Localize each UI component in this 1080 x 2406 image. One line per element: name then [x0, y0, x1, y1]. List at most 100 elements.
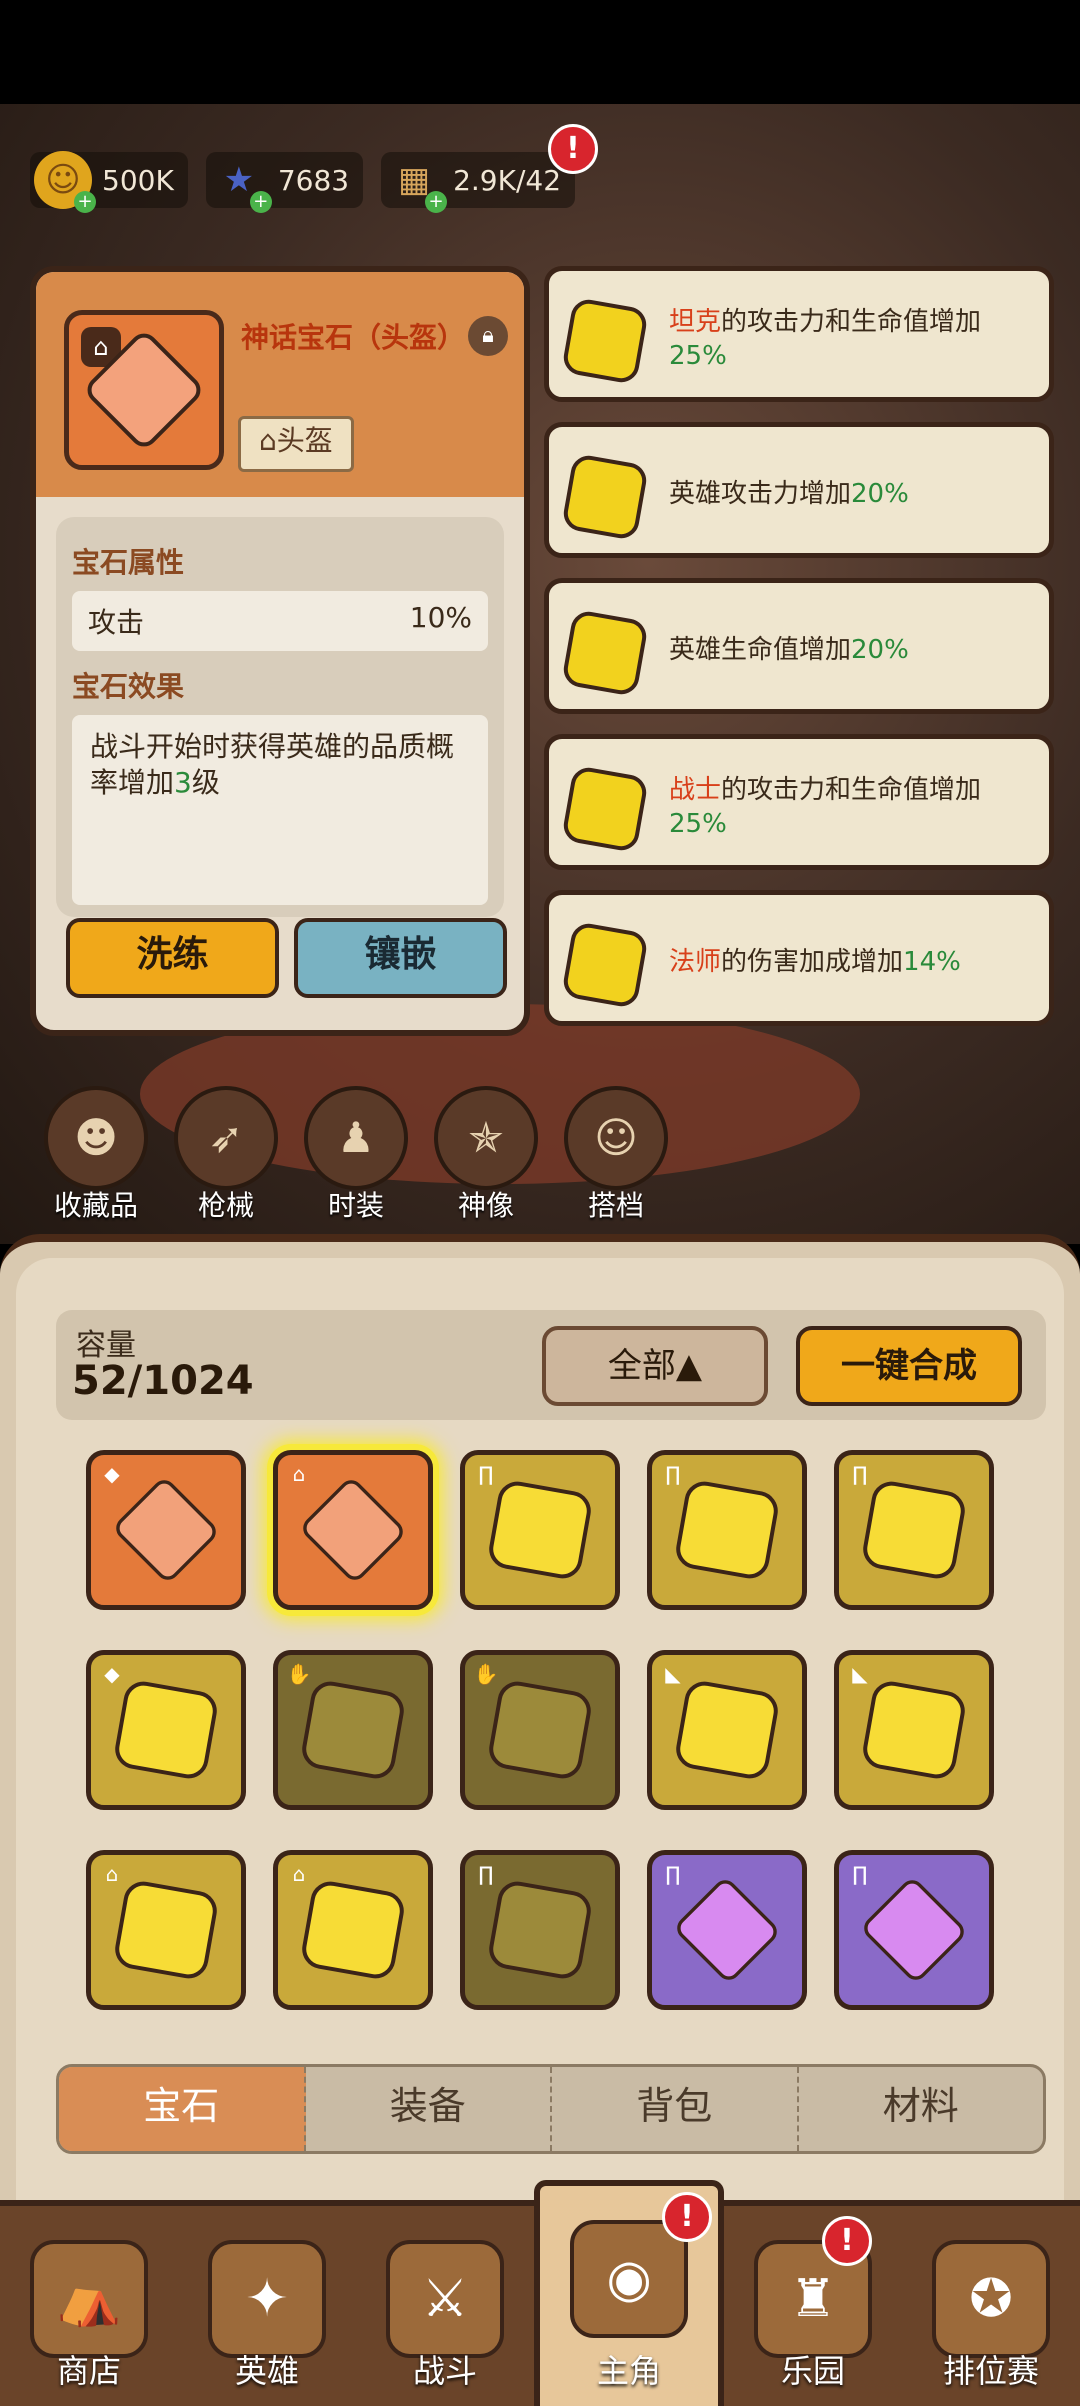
alert-badge-icon: ! — [548, 124, 598, 174]
lock-icon[interactable]: 🔒︎ — [468, 316, 508, 356]
resource-gold[interactable]: ☺ + 500K — [30, 151, 188, 213]
hat-slot-icon: ⌂ — [292, 1862, 306, 1886]
capacity-box: 容量 52/1024 全部▲ 一键合成 — [56, 1310, 1046, 1420]
coat-icon: ♟ — [304, 1086, 408, 1190]
dim-gem-icon — [486, 1678, 594, 1782]
pants-slot-icon: ∏ — [665, 1862, 681, 1886]
effect-item[interactable]: 坦克的攻击力和生命值增加25% — [544, 266, 1054, 402]
hat-slot-icon: ⌂ — [105, 1862, 119, 1886]
yellow-gem-icon — [112, 1878, 220, 1982]
gem-cell[interactable]: ⌂ — [273, 1850, 433, 2010]
tab-backpack[interactable]: 背包 — [552, 2067, 799, 2151]
biscuit-value: 2.9K/42 — [453, 163, 562, 197]
yellow-gem-icon — [486, 1478, 594, 1582]
partner-icon: ☺ — [564, 1086, 668, 1190]
gem-cell[interactable]: ∏ — [834, 1450, 994, 1610]
orange-gem-icon — [298, 1475, 408, 1585]
effect-title: 宝石效果 — [72, 670, 185, 703]
yellow-gem-icon — [673, 1478, 781, 1582]
gold-coin-icon: ☺ + — [34, 151, 96, 213]
capacity-value: 52/1024 — [72, 1358, 254, 1404]
yellow-gem-icon — [112, 1678, 220, 1782]
gem-title: 神话宝石（头盔） — [241, 321, 466, 354]
dim-gem-icon — [486, 1878, 594, 1982]
owl-icon: ◉ — [570, 2220, 688, 2338]
reroll-button[interactable]: 洗练 — [66, 918, 279, 998]
orange-gem-icon: ⌂ — [64, 310, 224, 470]
category-partner[interactable]: ☺ 搭档 — [564, 1086, 668, 1224]
hat-slot-icon: ⌂ — [292, 1462, 306, 1486]
yellow-gem-icon — [673, 1678, 781, 1782]
category-row: ☻ 收藏品 ➶ 枪械 ♟ 时装 ✯ 神像 ☺ 搭档 — [44, 1086, 668, 1224]
effect-item[interactable]: 战士的攻击力和生命值增加25% — [544, 734, 1054, 870]
gem-cell[interactable]: ∏ — [647, 1850, 807, 2010]
filter-dropdown[interactable]: 全部▲ — [542, 1326, 768, 1406]
armor-slot-icon: ◆ — [104, 1662, 120, 1686]
category-statue[interactable]: ✯ 神像 — [434, 1086, 538, 1224]
gem-value: 7683 — [277, 163, 350, 197]
alert-badge-icon: ! — [662, 2192, 712, 2242]
statue-icon: ✯ — [434, 1086, 538, 1190]
gem-detail-card: ⌂ 神话宝石（头盔） 🔒︎ ⌂头盔 宝石属性 攻击 10% 宝石效果 战斗开始时… — [30, 266, 530, 1036]
gem-cell[interactable]: ∏ — [647, 1450, 807, 1610]
nav-battle[interactable]: ⚔ 战斗 — [356, 2206, 534, 2406]
purple-gem-icon — [672, 1875, 782, 1985]
yellow-gem-icon — [560, 608, 650, 698]
resource-biscuit[interactable]: ▦ + 2.9K/42 — [381, 151, 576, 213]
pants-slot-icon: ∏ — [852, 1862, 868, 1886]
effect-description: 战斗开始时获得英雄的品质概率增加3级 — [72, 715, 488, 905]
nav-protagonist[interactable]: ◉ 主角 ! — [534, 2180, 724, 2406]
bottom-nav: ⛺ 商店 ✦ 英雄 ⚔ 战斗 ◉ 主角 ! ♜ 乐园 ! ✪ 排位赛 — [0, 2180, 1080, 2406]
yellow-gem-icon — [860, 1678, 968, 1782]
armor-slot-icon: ◆ — [104, 1462, 120, 1486]
orange-gem-icon — [111, 1475, 221, 1585]
gem-cell[interactable]: ◣ — [647, 1650, 807, 1810]
biscuit-icon: ▦ + — [385, 151, 448, 213]
pants-slot-icon: ∏ — [852, 1462, 868, 1486]
gem-cell[interactable]: ✋ — [460, 1650, 620, 1810]
attributes-title: 宝石属性 — [72, 546, 185, 579]
gem-cell-selected[interactable]: ⌂ — [273, 1450, 433, 1610]
attribute-row: 攻击 10% — [72, 591, 488, 651]
effect-item[interactable]: 英雄生命值增加20% — [544, 578, 1054, 714]
tab-materials[interactable]: 材料 — [799, 2067, 1044, 2151]
gem-cell[interactable]: ✋ — [273, 1650, 433, 1810]
tab-gems[interactable]: 宝石 — [59, 2067, 306, 2151]
nav-heroes[interactable]: ✦ 英雄 — [178, 2206, 356, 2406]
purple-gem-icon — [859, 1875, 969, 1985]
category-fashion[interactable]: ♟ 时装 — [304, 1086, 408, 1224]
gem-effect-list: 坦克的攻击力和生命值增加25% 英雄攻击力增加20% 英雄生命值增加20% 战士… — [544, 266, 1054, 1046]
gem-cell[interactable]: ◆ — [86, 1650, 246, 1810]
gem-grid: ◆ ⌂ ∏ ∏ ∏ ◆ ✋ ✋ ◣ ◣ ⌂ ⌂ ∏ ∏ ∏ — [86, 1450, 1026, 2010]
gem-cell[interactable]: ◆ — [86, 1450, 246, 1610]
shop-icon: ⛺ — [30, 2240, 148, 2358]
nav-ranked[interactable]: ✪ 排位赛 — [902, 2206, 1080, 2406]
tab-equipment[interactable]: 装备 — [306, 2067, 552, 2151]
glove-slot-icon: ✋ — [473, 1662, 499, 1686]
inlay-button[interactable]: 镶嵌 — [294, 918, 507, 998]
resource-bar: ☺ + 500K ★ + 7683 ▦ + 2.9K/42 — [30, 151, 576, 216]
star-gem-icon: ★ + — [210, 151, 272, 213]
category-guns[interactable]: ➶ 枪械 — [174, 1086, 278, 1224]
pants-slot-icon: ∏ — [665, 1462, 681, 1486]
category-collectibles[interactable]: ☻ 收藏品 — [44, 1086, 148, 1224]
nav-shop[interactable]: ⛺ 商店 — [0, 2206, 178, 2406]
pants-slot-icon: ∏ — [478, 1462, 494, 1486]
yellow-gem-icon — [560, 452, 650, 542]
effect-item[interactable]: 法师的伤害加成增加14% — [544, 890, 1054, 1026]
gem-cell[interactable]: ⌂ — [86, 1850, 246, 2010]
hero-cards-icon: ✦ — [208, 2240, 326, 2358]
boot-slot-icon: ◣ — [665, 1662, 681, 1686]
rank-badge-icon: ✪ — [932, 2240, 1050, 2358]
effect-item[interactable]: 英雄攻击力增加20% — [544, 422, 1054, 558]
inventory-panel: 容量 52/1024 全部▲ 一键合成 ◆ ⌂ ∏ ∏ ∏ ◆ ✋ ✋ ◣ ◣ … — [0, 1234, 1080, 2208]
resource-gem[interactable]: ★ + 7683 — [205, 151, 364, 213]
gem-cell[interactable]: ∏ — [460, 1450, 620, 1610]
gem-cell[interactable]: ∏ — [834, 1850, 994, 2010]
nav-park[interactable]: ♜ 乐园 ! — [724, 2206, 902, 2406]
collectible-icon: ☻ — [44, 1086, 148, 1190]
yellow-gem-icon — [299, 1878, 407, 1982]
merge-all-button[interactable]: 一键合成 — [796, 1326, 1022, 1406]
gem-cell[interactable]: ∏ — [460, 1850, 620, 2010]
gem-cell[interactable]: ◣ — [834, 1650, 994, 1810]
